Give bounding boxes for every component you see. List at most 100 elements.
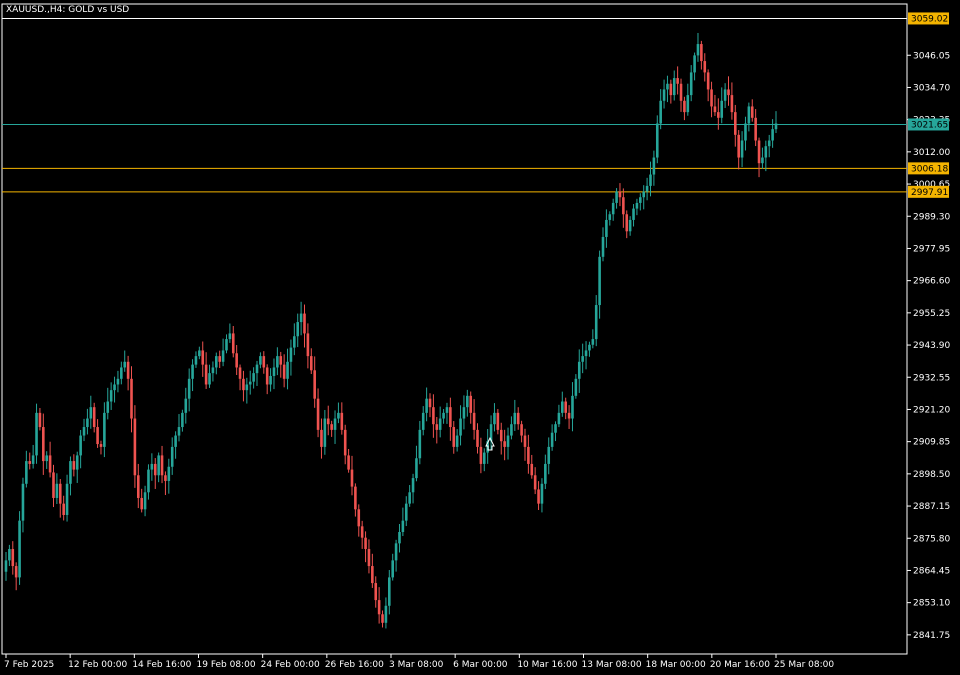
candle-body <box>455 435 459 447</box>
candle-body <box>360 526 364 538</box>
candle-body <box>89 407 93 419</box>
time-tick-label: 14 Feb 16:00 <box>132 660 191 670</box>
candle-body <box>289 347 293 362</box>
candle-body <box>153 463 157 476</box>
candle-body <box>38 412 42 428</box>
candle-body <box>133 418 137 476</box>
candle-body <box>774 123 778 130</box>
candle-body <box>649 174 652 186</box>
candle-body <box>425 398 428 413</box>
time-tick-label: 10 Mar 16:00 <box>517 660 577 670</box>
candle-body <box>411 478 415 493</box>
candle-body <box>167 466 171 481</box>
candle-body <box>31 455 35 464</box>
candle-body <box>99 444 103 447</box>
candle-body <box>591 339 595 345</box>
time-tick-label: 7 Feb 2025 <box>4 660 54 670</box>
candle-body <box>723 89 727 101</box>
candle-body <box>191 364 194 379</box>
candle-body <box>231 333 235 354</box>
candle-body <box>771 129 774 141</box>
candle-body <box>527 446 530 464</box>
candle-body <box>235 353 238 368</box>
candle-body <box>14 566 18 578</box>
candle-body <box>28 461 32 464</box>
candle-body <box>706 72 710 90</box>
candle-body <box>764 146 768 158</box>
candle-body <box>82 427 86 436</box>
candle-body <box>350 469 354 487</box>
candle-body <box>564 401 567 413</box>
candle-body <box>703 61 707 73</box>
candle-body <box>371 566 374 584</box>
candle-body <box>320 429 323 447</box>
candle-body <box>299 313 303 323</box>
price-tick-label: 2898.50 <box>913 470 950 480</box>
price-tick-label: 2921.20 <box>913 405 950 415</box>
candle-body <box>337 412 340 419</box>
time-tick-label: 12 Feb 00:00 <box>68 660 127 670</box>
candle-body <box>404 503 408 521</box>
candle-body <box>717 112 720 118</box>
price-axis: 3046.053034.703023.353012.003000.652989.… <box>907 51 950 641</box>
price-tick-label: 2875.80 <box>913 534 950 544</box>
candle-body <box>733 112 737 135</box>
candle-body <box>666 83 669 90</box>
candle-body <box>109 390 113 402</box>
candle-body <box>421 412 425 430</box>
candle-body <box>126 361 130 379</box>
candle-body <box>340 412 344 430</box>
candle-body <box>276 356 279 368</box>
candle-body <box>221 350 225 362</box>
price-tag-label: 2997.91 <box>911 188 948 198</box>
candle-body <box>452 427 456 447</box>
candle-body <box>136 475 140 498</box>
candle-body <box>69 461 72 484</box>
candle-body <box>398 532 401 544</box>
candle-body <box>737 134 740 158</box>
candle-body <box>92 407 96 428</box>
price-chart[interactable]: XAUUSD.,H4: GOLD vs USD 3046.053034.7030… <box>0 0 960 675</box>
price-tick-label: 3034.70 <box>913 83 950 93</box>
candle-body <box>499 429 503 442</box>
candle-body <box>659 100 662 124</box>
chart-window[interactable]: XAUUSD.,H4: GOLD vs USD 3046.05 3034.70 30… <box>0 0 960 675</box>
candle-body <box>187 378 191 399</box>
candle-body <box>547 446 551 464</box>
candle-body <box>476 429 479 447</box>
candle-body <box>679 83 683 101</box>
candle-body <box>571 395 574 419</box>
candle-body <box>164 475 167 481</box>
candle-body <box>364 537 367 550</box>
candle-body <box>598 256 601 306</box>
price-tag-label: 3021.65 <box>911 120 948 130</box>
candle-body <box>618 191 622 198</box>
candle-body <box>581 356 584 362</box>
candle-body <box>503 441 506 447</box>
price-tick-label: 2887.15 <box>913 502 950 512</box>
candle-body <box>65 483 69 515</box>
candle-body <box>449 407 452 428</box>
candle-body <box>377 600 381 615</box>
candle-body <box>628 219 632 232</box>
candle-body <box>313 370 316 399</box>
candle-body <box>238 367 242 379</box>
candle-body <box>645 185 649 192</box>
candle-body <box>262 356 266 368</box>
candle-body <box>177 427 181 436</box>
candle-body <box>255 364 259 374</box>
candle-body <box>625 214 629 232</box>
candle-body <box>75 455 79 470</box>
candle-body <box>632 208 635 220</box>
candle-body <box>672 78 676 96</box>
candle-body <box>160 455 164 476</box>
candle-body <box>537 489 540 504</box>
candle-body <box>18 520 21 578</box>
candle-body <box>757 140 761 164</box>
candle-body <box>479 446 483 464</box>
candle-body <box>577 361 581 379</box>
price-tick-label: 2853.10 <box>913 599 950 609</box>
candle-body <box>248 381 252 385</box>
candle-body <box>689 72 693 96</box>
candle-body <box>367 549 371 567</box>
